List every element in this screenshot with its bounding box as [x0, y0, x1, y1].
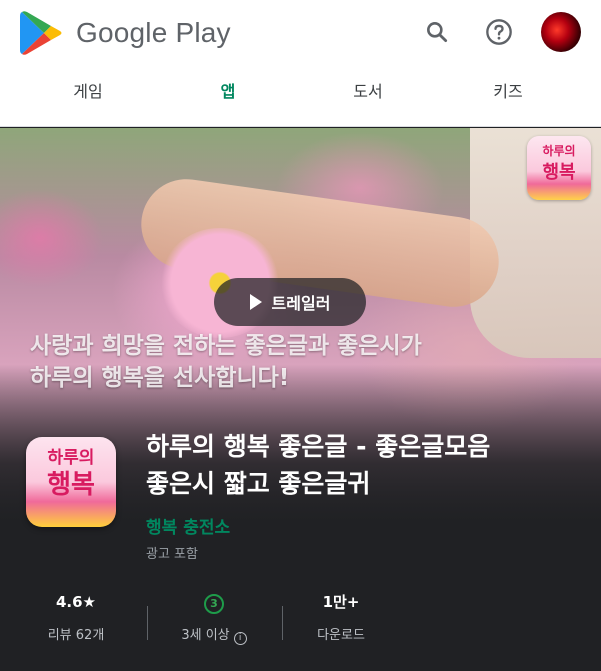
help-button[interactable] — [479, 12, 519, 52]
downloads-stat: 1만+ 다운로드 — [276, 590, 406, 643]
tab-apps[interactable]: 앱 — [188, 78, 268, 102]
app-icon-text-bottom: 행복 — [47, 470, 95, 500]
rating-value: 4.6★ — [55, 593, 97, 611]
play-icon — [249, 294, 262, 310]
account-avatar[interactable] — [541, 12, 581, 52]
downloads-label: 다운로드 — [317, 628, 365, 643]
app-title-line-2: 좋은시 짧고 좋은글귀 — [146, 469, 371, 498]
rating-stat[interactable]: 4.6★ 리뷰 62개 — [11, 590, 141, 643]
age-rating-badge-icon: 3 — [204, 594, 224, 614]
category-tabs: 게임 앱 도서 키즈 — [0, 78, 601, 118]
google-play-brand[interactable]: Google Play — [20, 10, 231, 56]
hero-app-icon: 하루의 행복 — [527, 136, 591, 200]
hero-caption-line-2: 하루의 행복을 선사합니다! — [30, 365, 290, 391]
app-title-line-1: 하루의 행복 좋은글 - 좋은글모음 — [146, 432, 491, 461]
hero-app-icon-text-top: 하루의 — [542, 144, 576, 158]
google-play-logo-icon — [20, 11, 62, 55]
downloads-value: 1만+ — [322, 593, 360, 611]
contains-ads-note: 광고 포함 — [146, 547, 198, 562]
app-icon: 하루의 행복 — [26, 437, 116, 527]
tab-books[interactable]: 도서 — [328, 78, 408, 102]
age-rating-label: 3세 이상 — [181, 628, 230, 643]
info-icon[interactable]: i — [233, 632, 247, 645]
hero-caption-line-1: 사랑과 희망을 전하는 좋은글과 좋은시가 — [30, 333, 422, 359]
search-button[interactable] — [417, 12, 457, 52]
trailer-button[interactable]: 트레일러 — [214, 278, 366, 326]
top-app-bar: Google Play 게임 앱 도서 키즈 — [0, 0, 601, 127]
developer-link[interactable]: 행복 충전소 — [146, 513, 230, 538]
stats-divider — [147, 606, 148, 640]
hero-app-icon-text-bottom: 행복 — [542, 162, 576, 183]
hero-caption: 사랑과 희망을 전하는 좋은글과 좋은시가 하루의 행복을 선사합니다! — [30, 330, 590, 394]
app-title: 하루의 행복 좋은글 - 좋은글모음 좋은시 짧고 좋은글귀 — [146, 428, 586, 502]
brand-name: Google Play — [76, 17, 231, 48]
content-rating-stat[interactable]: 3 3세 이상 i — [149, 590, 279, 645]
review-count: 리뷰 62개 — [47, 628, 105, 643]
app-stats: 4.6★ 리뷰 62개 3 3세 이상 i 1만+ 다운로드 — [0, 590, 601, 660]
tab-games[interactable]: 게임 — [48, 78, 128, 102]
tab-kids[interactable]: 키즈 — [468, 78, 548, 102]
help-icon — [486, 19, 512, 45]
trailer-label: 트레일러 — [271, 294, 331, 313]
search-icon — [427, 22, 448, 43]
